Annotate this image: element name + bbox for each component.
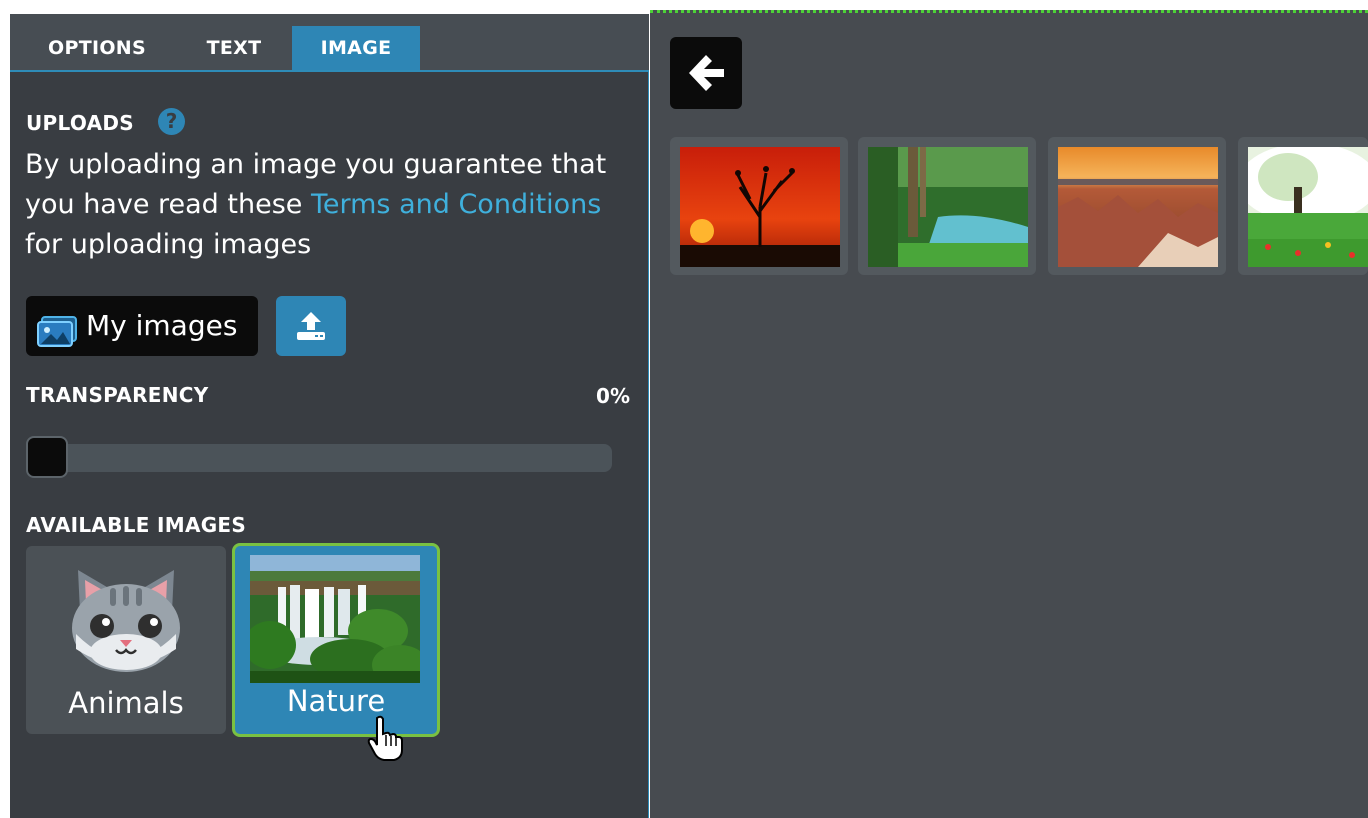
tab-options[interactable]: OPTIONS [20, 26, 174, 70]
transparency-value: 0% [596, 384, 630, 408]
uploads-description: By uploading an image you guarantee that… [25, 145, 640, 265]
gallery-image-blossom-meadow[interactable] [1238, 137, 1368, 275]
upload-icon [297, 312, 325, 340]
waterfall-image [250, 555, 420, 683]
gallery-image-sunset-tree[interactable] [670, 137, 848, 275]
help-icon[interactable]: ? [158, 108, 185, 135]
transparency-title: TRANSPARENCY [26, 383, 209, 407]
category-animals[interactable]: Animals [26, 546, 226, 734]
my-images-button[interactable]: My images [26, 296, 258, 356]
image-gallery-area [650, 10, 1368, 818]
category-label-animals: Animals [68, 686, 184, 720]
transparency-slider-thumb[interactable] [26, 436, 68, 478]
pictures-icon [36, 310, 80, 370]
tab-bar: OPTIONS TEXT IMAGE [10, 14, 649, 72]
upload-button[interactable] [276, 296, 346, 356]
back-button[interactable] [670, 37, 742, 109]
blossom-meadow-image [1248, 147, 1368, 267]
gallery-image-canyon[interactable] [1048, 137, 1226, 275]
tab-image[interactable]: IMAGE [292, 26, 420, 70]
image-options-panel: OPTIONS TEXT IMAGE UPLOADS ? By uploadin… [10, 14, 649, 818]
uploads-title: UPLOADS [26, 111, 134, 135]
sunset-tree-image [680, 147, 840, 267]
tab-text[interactable]: TEXT [176, 26, 292, 70]
forest-river-image [868, 147, 1028, 267]
uploads-description-tail: for uploading images [25, 229, 312, 260]
terms-link[interactable]: Terms and Conditions [311, 189, 601, 220]
hand-cursor-icon [366, 714, 406, 766]
category-label-nature: Nature [286, 684, 386, 718]
transparency-slider-track[interactable] [26, 444, 612, 472]
arrow-left-icon [689, 55, 724, 91]
cat-icon [66, 564, 186, 678]
canyon-image [1058, 147, 1218, 267]
my-images-label: My images [86, 309, 238, 342]
gallery-image-forest-river[interactable] [858, 137, 1036, 275]
category-nature[interactable]: Nature [232, 543, 440, 737]
available-images-title: AVAILABLE IMAGES [26, 513, 247, 537]
